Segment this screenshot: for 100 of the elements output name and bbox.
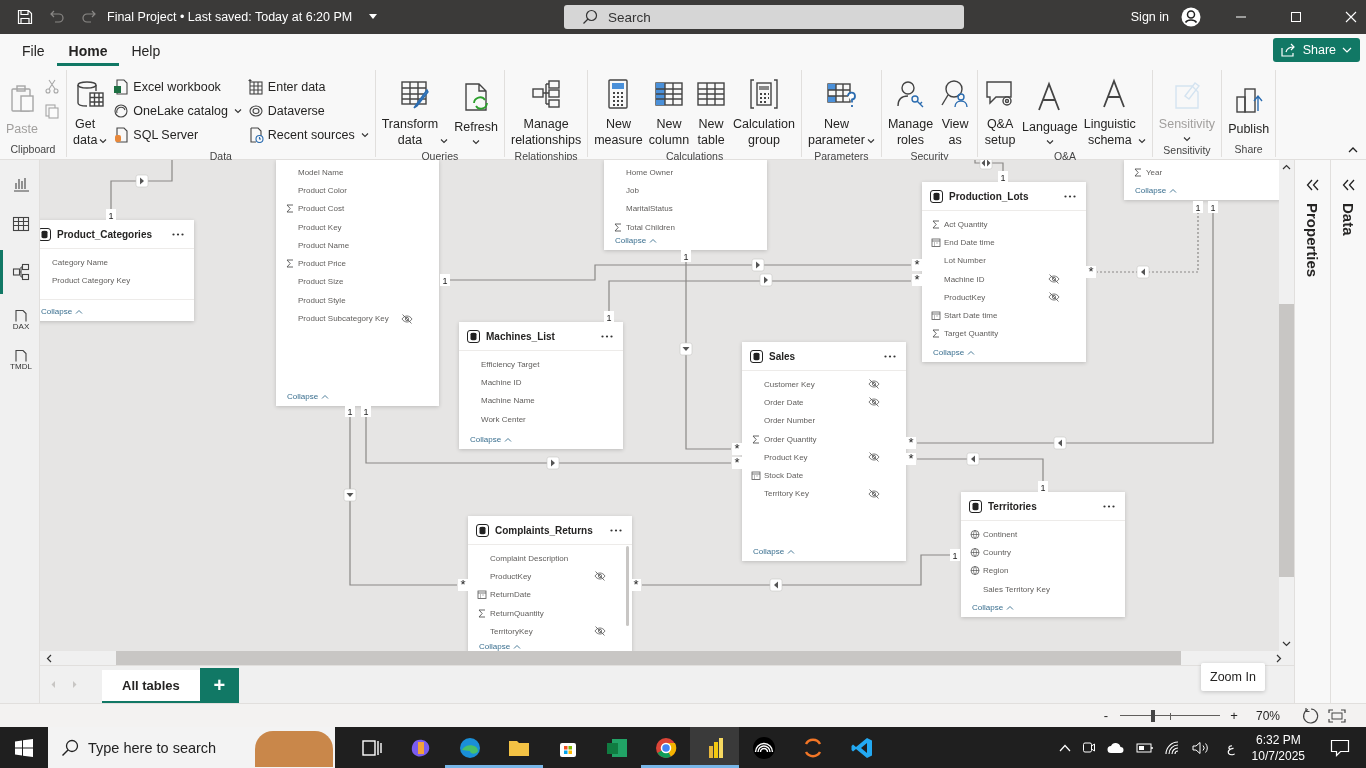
ribbon-button[interactable]: Calculation group: [731, 74, 797, 150]
field-name[interactable]: ProductKey: [944, 292, 1048, 302]
double-chevron-left-icon[interactable]: [1305, 179, 1320, 191]
chevron-up-icon[interactable]: [1348, 147, 1358, 153]
more-options-icon[interactable]: [1064, 194, 1076, 198]
more-options-icon[interactable]: [884, 354, 896, 358]
share-button[interactable]: Share: [1272, 38, 1360, 62]
field-name[interactable]: Order Quantity: [764, 434, 880, 444]
refresh-icon[interactable]: [1302, 706, 1320, 725]
field-name[interactable]: Complaint Description: [490, 553, 606, 563]
collapse-button[interactable]: Collapse: [470, 435, 513, 444]
ribbon-button[interactable]: Transform data: [379, 74, 451, 150]
page-tab[interactable]: All tables: [102, 670, 200, 703]
ribbon-button[interactable]: Language: [1020, 74, 1080, 150]
chevron-down-icon[interactable]: [1282, 641, 1291, 647]
view-button[interactable]: TMDL: [0, 346, 40, 374]
taskbar-app-button[interactable]: [690, 727, 739, 768]
zoom-out-button[interactable]: -: [1099, 708, 1112, 723]
maximize-icon[interactable]: [1290, 11, 1302, 23]
double-chevron-left-icon[interactable]: [1341, 179, 1356, 191]
more-options-icon[interactable]: [610, 528, 622, 532]
ribbon-button[interactable]: Manage roles: [885, 74, 936, 150]
redo-icon[interactable]: [81, 9, 97, 25]
field-name[interactable]: Work Center: [481, 414, 597, 424]
field-name[interactable]: Product Price: [298, 259, 413, 269]
volume-icon[interactable]: [1191, 740, 1210, 755]
add-page-button[interactable]: +: [199, 668, 239, 703]
scrollbar-thumb[interactable]: [626, 546, 629, 626]
collapse-button[interactable]: Collapse: [41, 307, 84, 316]
field-name[interactable]: Stock Date: [764, 471, 880, 481]
windows-logo-icon[interactable]: [15, 738, 33, 757]
ribbon-button[interactable]: New column: [646, 74, 692, 150]
field-name[interactable]: Order Number: [764, 416, 880, 426]
table-card[interactable]: Sales Customer Key Order Date Order Number Order Quantity Product Key Stock Date Territory Key Collapse: [742, 342, 906, 561]
field-name[interactable]: Product Key: [764, 452, 868, 462]
save-icon[interactable]: [17, 9, 33, 25]
field-name[interactable]: Order Date: [764, 397, 868, 407]
field-name[interactable]: MaritalStatus: [626, 204, 741, 214]
ribbon-button[interactable]: View as: [937, 74, 974, 150]
view-button[interactable]: DAX: [0, 306, 40, 334]
undo-icon[interactable]: [49, 9, 65, 25]
field-name[interactable]: Product Subcategory Key: [298, 314, 401, 323]
fit-to-page-icon[interactable]: [1328, 708, 1346, 723]
chevron-up-icon[interactable]: [1282, 164, 1291, 170]
cloud-icon[interactable]: [1106, 741, 1125, 754]
more-options-icon[interactable]: [172, 232, 184, 236]
table-card[interactable]: Machines_List Efficiency Target Machine ID Machine Name Work Center Collapse: [459, 322, 623, 449]
field-name[interactable]: Year: [1146, 167, 1255, 177]
field-name[interactable]: Product Cost: [298, 204, 413, 214]
field-name[interactable]: TerritoryKey: [490, 626, 594, 636]
relationship-line[interactable]: [974, 160, 1004, 173]
table-card[interactable]: Product_Categories Category Name Product Category Key Collapse: [40, 220, 194, 321]
field-name[interactable]: Home Owner: [626, 167, 741, 177]
field-name[interactable]: Product Size: [298, 277, 413, 287]
ribbon-button[interactable]: Dataverse: [245, 101, 371, 121]
table-card[interactable]: Year Collapse: [1124, 160, 1279, 200]
caret-icon[interactable]: [368, 13, 379, 21]
ribbon-button[interactable]: New parameter: [805, 74, 877, 150]
camera-icon[interactable]: [1081, 739, 1096, 756]
chevron-right-icon[interactable]: [1276, 653, 1282, 663]
chevron-left-icon[interactable]: [46, 653, 52, 663]
collapse-button[interactable]: Collapse: [753, 547, 796, 556]
field-name[interactable]: End Date time: [944, 237, 1060, 247]
ribbon-button[interactable]: Recent sources: [245, 125, 371, 145]
field-name[interactable]: Total Children: [626, 222, 741, 232]
field-name[interactable]: ProductKey: [490, 571, 594, 581]
field-name[interactable]: Machine Name: [481, 396, 597, 406]
ribbon-button[interactable]: New measure: [592, 74, 645, 150]
ribbon-button[interactable]: Manage relationships: [509, 74, 584, 150]
clock-date[interactable]: 10/7/2025: [1251, 747, 1305, 764]
ribbon-button[interactable]: Get data: [71, 74, 110, 150]
ribbon-button[interactable]: Publish: [1226, 74, 1272, 143]
ribbon-button[interactable]: SQL Server: [111, 125, 244, 145]
table-card[interactable]: Production_Lots Act Quantity End Date time Lot Number Machine ID ProductKey Start Date time Target Quantity Collapse: [922, 182, 1086, 362]
ribbon-button[interactable]: New table: [693, 74, 730, 150]
wifi-icon[interactable]: [1164, 740, 1181, 755]
field-name[interactable]: Start Date time: [944, 311, 1060, 321]
close-icon[interactable]: [1345, 11, 1357, 23]
field-name[interactable]: Product Category Key: [52, 275, 168, 285]
table-card[interactable]: Complaints_Returns Complaint Description ProductKey ReturnDate ReturnQuantity TerritoryKey Collapse: [468, 516, 632, 651]
field-name[interactable]: Machine ID: [944, 274, 1048, 284]
input-language[interactable]: ع: [1226, 740, 1235, 755]
notifications-icon[interactable]: [1330, 738, 1350, 757]
field-name[interactable]: ReturnDate: [490, 590, 606, 600]
collapse-button[interactable]: Collapse: [615, 236, 658, 246]
ribbon-button[interactable]: Q&A setup: [982, 74, 1019, 150]
field-name[interactable]: Act Quantity: [944, 219, 1060, 229]
side-pane[interactable]: Properties: [1294, 160, 1330, 703]
field-name[interactable]: Machine ID: [481, 377, 597, 387]
ribbon-button[interactable]: Enter data: [245, 77, 371, 97]
field-name[interactable]: Product Style: [298, 295, 413, 305]
collapse-button[interactable]: Collapse: [287, 392, 330, 401]
field-name[interactable]: Model Name: [298, 167, 413, 177]
field-name[interactable]: Efficiency Target: [481, 359, 597, 369]
collapse-button[interactable]: Collapse: [1135, 186, 1178, 195]
collapse-button[interactable]: Collapse: [479, 642, 522, 651]
collapse-button[interactable]: Collapse: [972, 603, 1015, 612]
avatar-icon[interactable]: [1181, 7, 1201, 27]
table-card[interactable]: Home Owner Job MaritalStatus Total Children Collapse: [604, 160, 767, 250]
battery-icon[interactable]: [1135, 741, 1154, 754]
